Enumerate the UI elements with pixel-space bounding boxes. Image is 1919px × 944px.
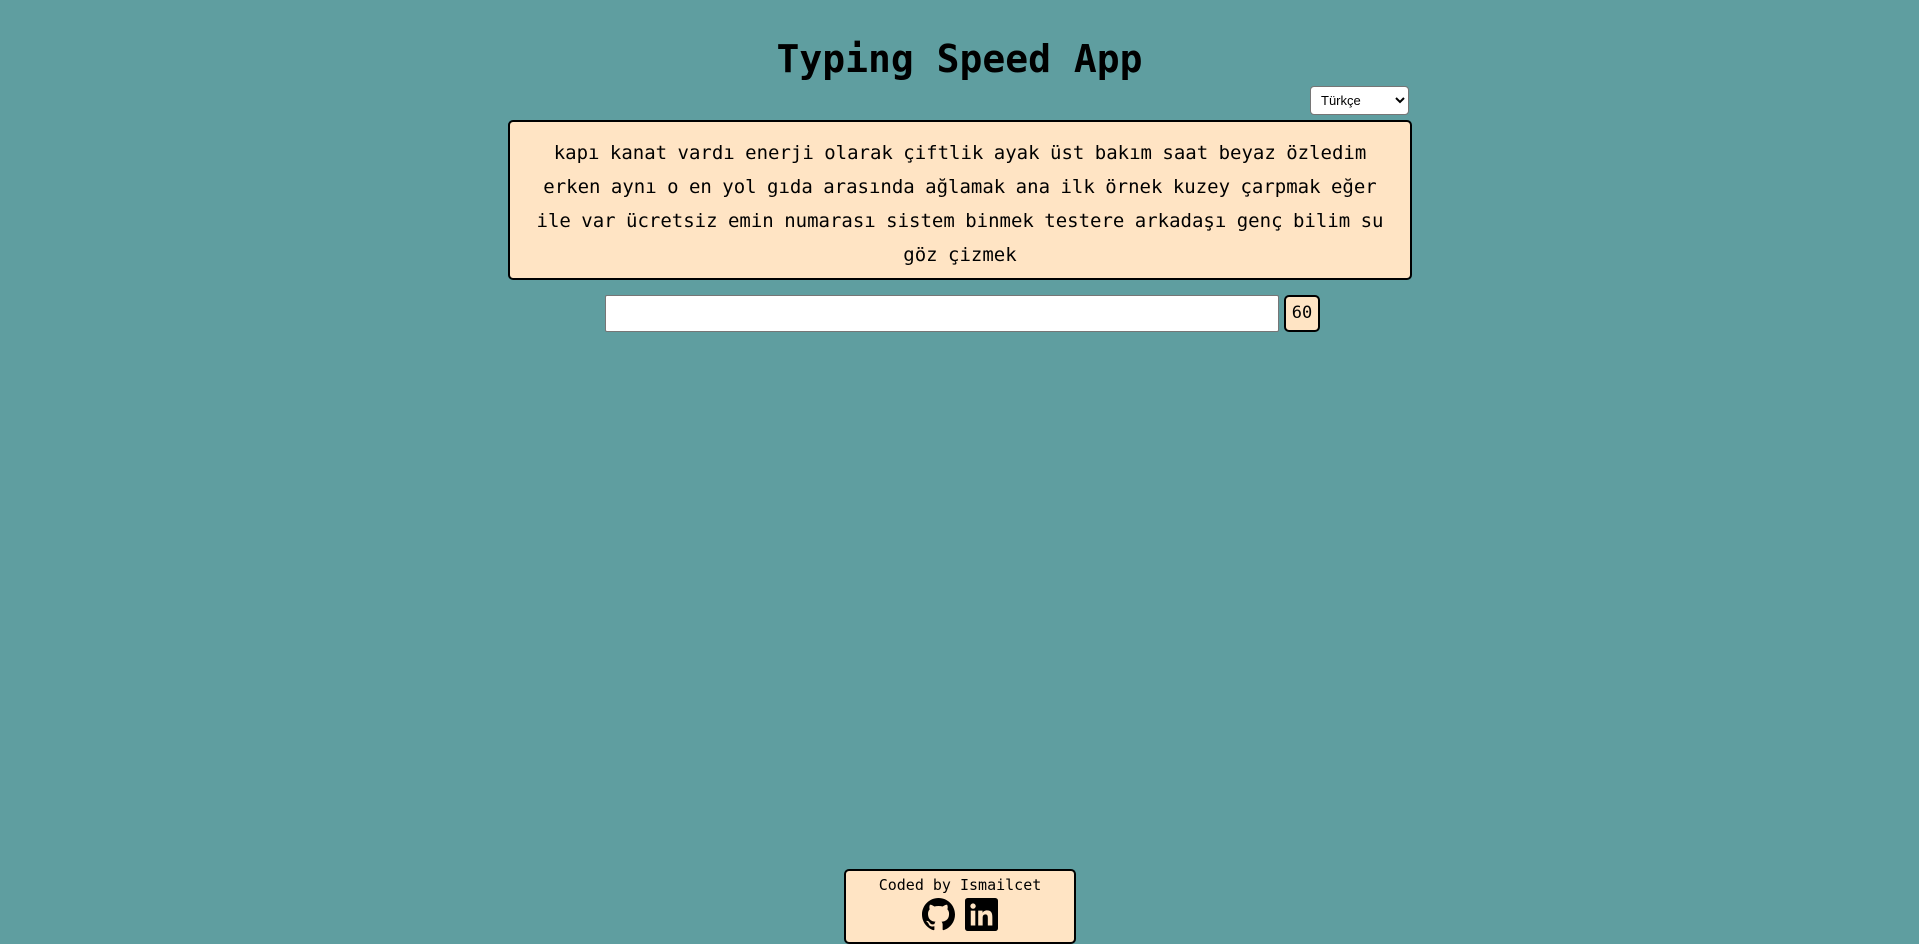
footer-icons (846, 898, 1074, 931)
words-text-box: kapı kanat vardı enerji olarak çiftlik a… (508, 120, 1412, 280)
github-link[interactable] (922, 898, 955, 931)
page-title: Typing Speed App (776, 37, 1143, 81)
language-select[interactable]: Türkçe (1310, 86, 1409, 115)
timer-display: 60 (1284, 295, 1320, 332)
typing-input[interactable] (605, 295, 1279, 332)
linkedin-icon (965, 898, 998, 931)
footer-credit: Coded by Ismailcet (878, 876, 1042, 894)
github-icon (922, 898, 955, 931)
footer: Coded by Ismailcet (844, 869, 1076, 944)
linkedin-link[interactable] (965, 898, 998, 931)
